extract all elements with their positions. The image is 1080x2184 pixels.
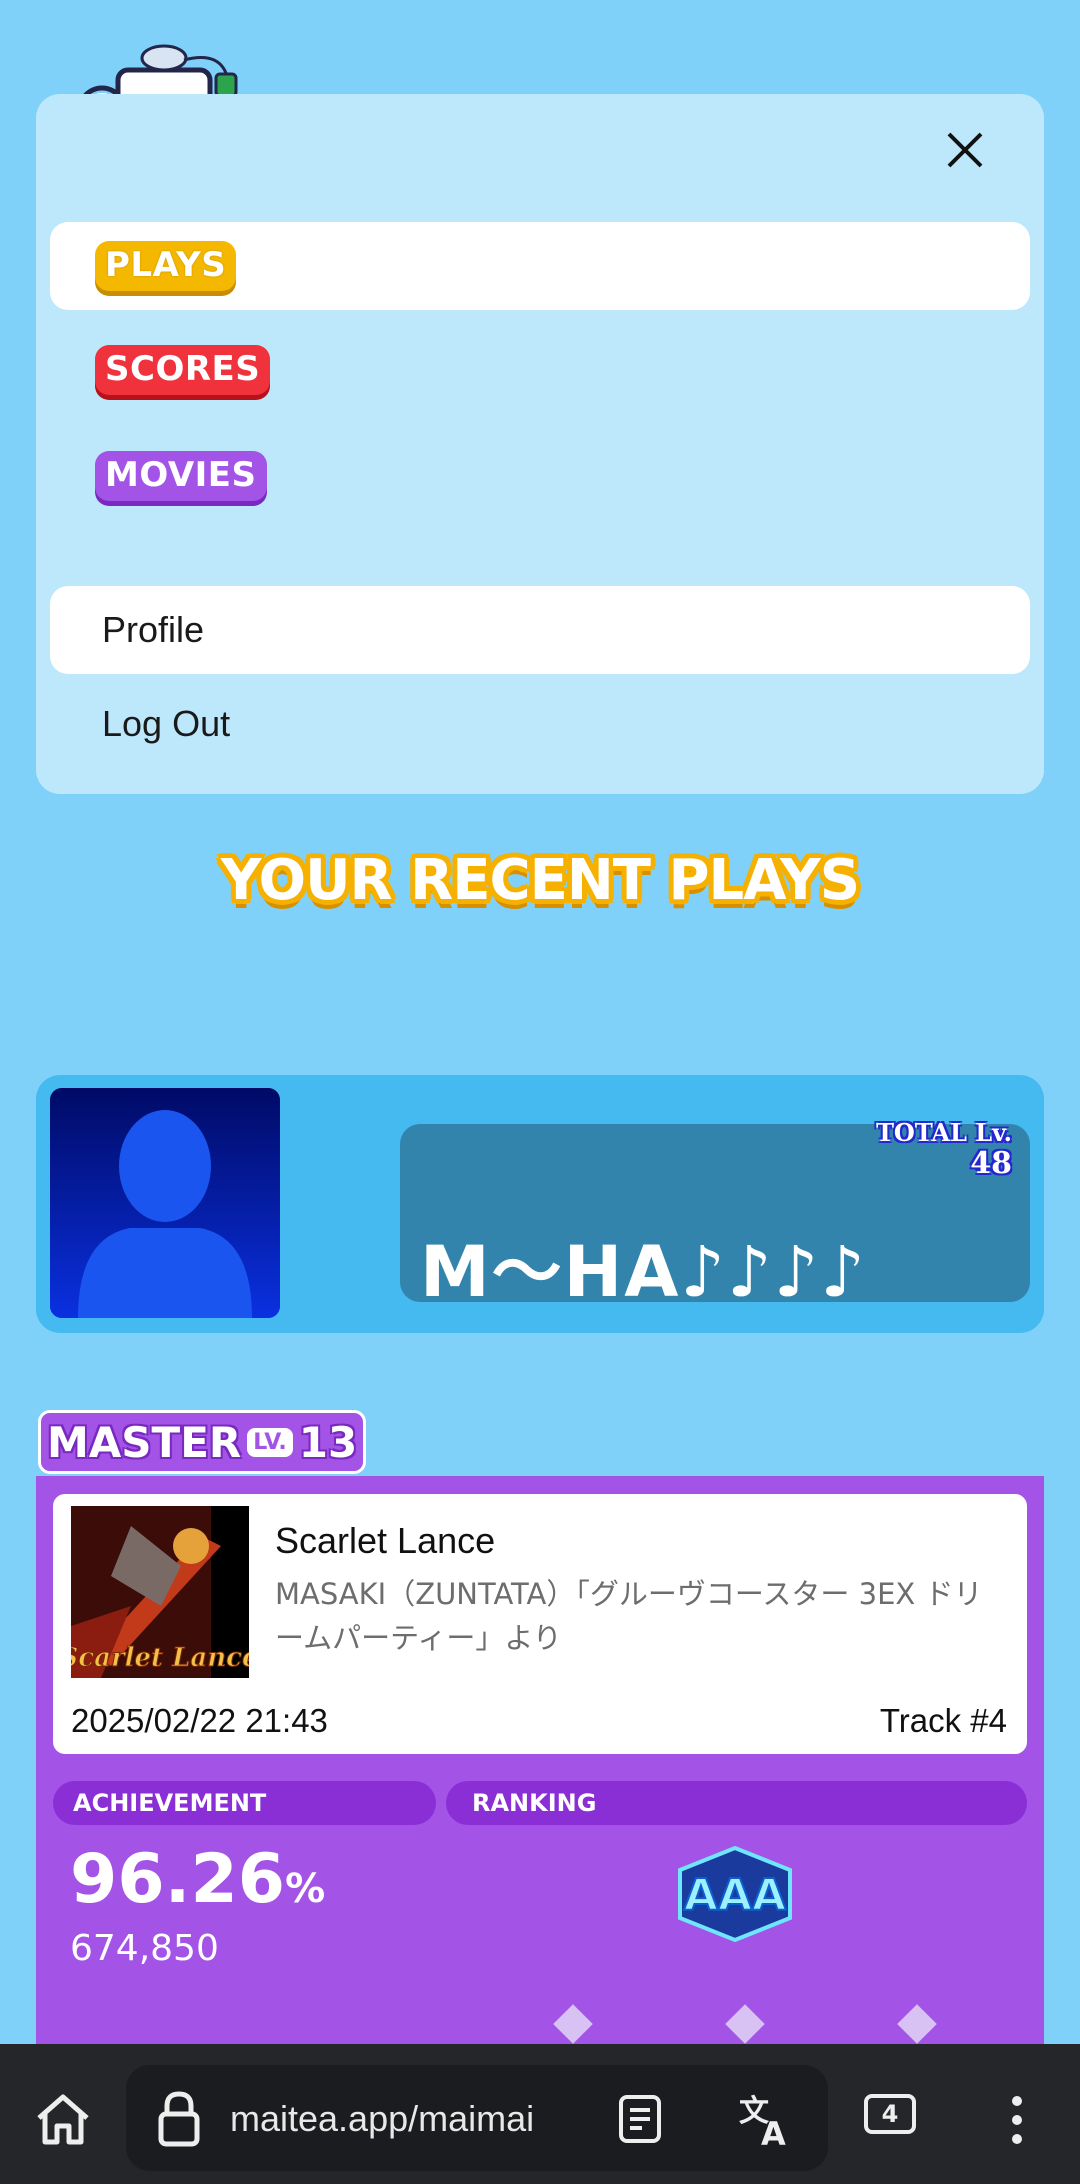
- jacket-image: Scarlet Lance: [71, 1506, 249, 1678]
- avatar: [50, 1088, 280, 1318]
- song-artist: MASAKI（ZUNTATA）「グルーヴコースター 3EX ドリームパーティー」…: [275, 1577, 983, 1655]
- song-title: Scarlet Lance: [275, 1520, 496, 1561]
- achievement-value: 96.26%: [70, 1840, 326, 1919]
- menu-label-movies: MOVIES: [95, 451, 267, 501]
- home-icon[interactable]: [30, 2090, 96, 2148]
- tab-switcher-button[interactable]: 4: [864, 2094, 916, 2134]
- track-number: Track #4: [879, 1702, 1007, 1739]
- menu-item-logout[interactable]: Log Out: [50, 680, 1030, 768]
- menu-item-scores[interactable]: SCORES: [50, 326, 1030, 414]
- difficulty-name: MASTER: [47, 1417, 242, 1467]
- svg-text:A: A: [761, 2115, 786, 2147]
- reader-mode-icon[interactable]: [614, 2092, 666, 2146]
- menu-item-movies[interactable]: MOVIES: [50, 432, 1030, 520]
- total-level-label: TOTAL Lv.: [876, 1118, 1012, 1147]
- logout-label: Log Out: [102, 703, 231, 744]
- rank-aaa-badge: AAA: [670, 1844, 800, 1944]
- level-tag: LV.: [247, 1427, 293, 1457]
- url-text[interactable]: maitea.app/maimai: [230, 2098, 534, 2140]
- play-date: 2025/02/22 21:43: [71, 1702, 328, 1739]
- profile-label: Profile: [102, 609, 205, 650]
- menu-label-plays: PLAYS: [95, 241, 237, 291]
- score-value: 674,850: [70, 1928, 219, 1969]
- player-name: M〜HA♪♪♪♪: [420, 1231, 868, 1313]
- total-level-value: 48: [970, 1146, 1012, 1181]
- menu-label-scores: SCORES: [95, 345, 271, 395]
- close-icon[interactable]: [930, 115, 1000, 185]
- page-title: YOUR RECENT PLAYS: [220, 848, 860, 913]
- translate-icon[interactable]: 文 A: [736, 2090, 794, 2148]
- more-options-icon[interactable]: [1002, 2090, 1032, 2150]
- song-info[interactable]: Scarlet Lance Scarlet Lance MASAKI（ZUNTA…: [53, 1494, 1027, 1754]
- achievement-label: ACHIEVEMENT: [53, 1781, 436, 1825]
- svg-text:AAA: AAA: [684, 1870, 786, 1921]
- level-number: 13: [298, 1417, 358, 1467]
- player-name-box: TOTAL Lv. 48 M〜HA♪♪♪♪: [400, 1118, 1030, 1313]
- menu-item-profile[interactable]: Profile: [50, 586, 1030, 674]
- lock-icon[interactable]: [152, 2088, 206, 2150]
- ranking-label: RANKING: [446, 1781, 1027, 1825]
- svg-text:Scarlet Lance: Scarlet Lance: [71, 1643, 249, 1673]
- difficulty-badge: MASTER LV. 13: [38, 1410, 367, 1474]
- menu-item-plays[interactable]: PLAYS: [50, 222, 1030, 310]
